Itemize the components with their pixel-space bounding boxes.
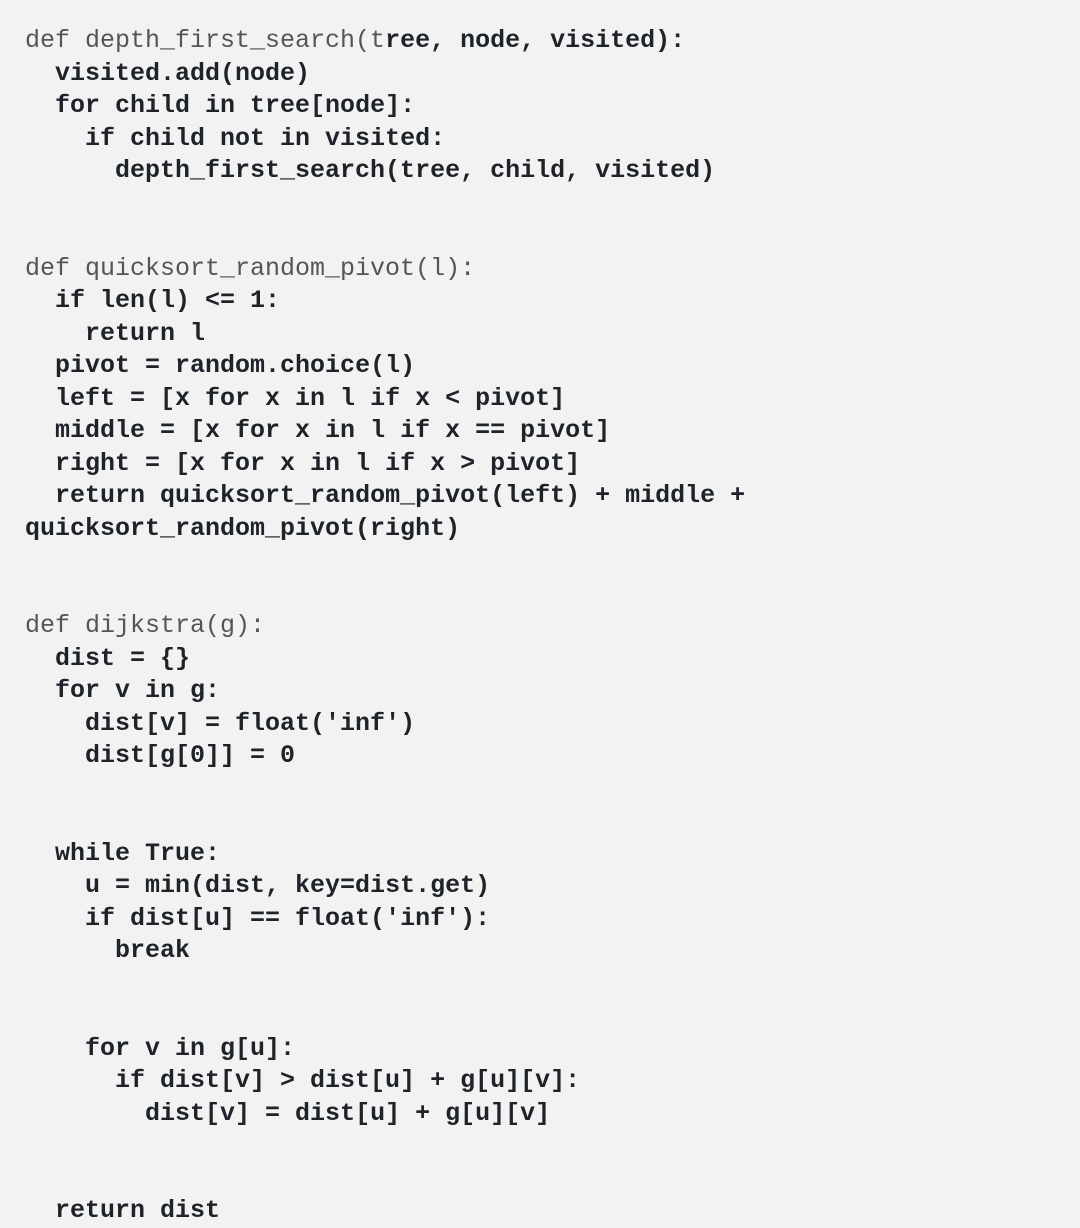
code-line: if dist[u] == float('inf'):: [25, 903, 1055, 936]
code-segment: for v in g[u]:: [85, 1034, 295, 1063]
code-line: dist = {}: [25, 643, 1055, 676]
code-line: middle = [x for x in l if x == pivot]: [25, 415, 1055, 448]
code-line: [25, 545, 1055, 578]
code-segment: u = min(dist, key=dist.get): [85, 871, 490, 900]
code-line: dist[v] = dist[u] + g[u][v]: [25, 1098, 1055, 1131]
code-line: for v in g:: [25, 675, 1055, 708]
code-segment: if dist[v] > dist[u] + g[u][v]:: [115, 1066, 580, 1095]
code-segment: [25, 286, 55, 315]
code-line: dist[g[0]] = 0: [25, 740, 1055, 773]
code-line: return l: [25, 318, 1055, 351]
code-segment: dist[v] = dist[u] + g[u][v]: [145, 1099, 550, 1128]
code-line: [25, 773, 1055, 806]
code-line: visited.add(node): [25, 58, 1055, 91]
code-segment: break: [115, 936, 190, 965]
code-segment: [25, 904, 85, 933]
code-line: u = min(dist, key=dist.get): [25, 870, 1055, 903]
code-segment: [25, 1099, 145, 1128]
code-segment: depth_first_search(tree, child, visited): [115, 156, 715, 185]
code-line: for child in tree[node]:: [25, 90, 1055, 123]
code-segment: return l: [85, 319, 205, 348]
code-segment: dist = {}: [55, 644, 190, 673]
code-line: [25, 805, 1055, 838]
code-line: break: [25, 935, 1055, 968]
code-segment: while True:: [55, 839, 220, 868]
code-segment: right = [x for x in l if x > pivot]: [55, 449, 580, 478]
code-line: return quicksort_random_pivot(left) + mi…: [25, 480, 1055, 545]
code-line: pivot = random.choice(l): [25, 350, 1055, 383]
code-segment: if len(l) <= 1:: [55, 286, 280, 315]
code-line: [25, 1130, 1055, 1163]
code-segment: [25, 416, 55, 445]
code-line: if child not in visited:: [25, 123, 1055, 156]
code-line: if len(l) <= 1:: [25, 285, 1055, 318]
code-segment: [25, 936, 115, 965]
code-line: if dist[v] > dist[u] + g[u][v]:: [25, 1065, 1055, 1098]
code-line: [25, 1163, 1055, 1196]
code-segment: [25, 1034, 85, 1063]
code-line: [25, 578, 1055, 611]
code-line: for v in g[u]:: [25, 1033, 1055, 1066]
code-line: [25, 1000, 1055, 1033]
code-segment: ree, node, visited):: [385, 26, 685, 55]
code-segment: def dijkstra(g):: [25, 611, 265, 640]
code-segment: [25, 676, 55, 705]
code-line: left = [x for x in l if x < pivot]: [25, 383, 1055, 416]
code-line: depth_first_search(tree, child, visited): [25, 155, 1055, 188]
code-line: dist[v] = float('inf'): [25, 708, 1055, 741]
code-segment: [25, 351, 55, 380]
code-line: [25, 188, 1055, 221]
code-segment: [25, 449, 55, 478]
code-segment: [25, 871, 85, 900]
code-segment: for child in tree[node]:: [55, 91, 415, 120]
code-segment: middle = [x for x in l if x == pivot]: [55, 416, 610, 445]
code-segment: def quicksort_random_pivot(l):: [25, 254, 475, 283]
code-segment: [25, 741, 85, 770]
code-line: def quicksort_random_pivot(l):: [25, 253, 1055, 286]
code-segment: return quicksort_random_pivot(left) + mi…: [25, 481, 760, 543]
code-line: [25, 220, 1055, 253]
code-segment: [25, 1066, 115, 1095]
code-segment: def depth_first_search(t: [25, 26, 385, 55]
code-segment: pivot = random.choice(l): [55, 351, 415, 380]
code-segment: [25, 709, 85, 738]
code-segment: [25, 156, 115, 185]
code-segment: dist[v] = float('inf'): [85, 709, 415, 738]
code-segment: for v in g:: [55, 676, 220, 705]
code-segment: [25, 59, 55, 88]
code-segment: [25, 481, 55, 510]
code-segment: [25, 319, 85, 348]
code-segment: visited.add(node): [55, 59, 310, 88]
code-segment: [25, 1196, 55, 1225]
code-line: right = [x for x in l if x > pivot]: [25, 448, 1055, 481]
code-line: while True:: [25, 838, 1055, 871]
code-segment: if dist[u] == float('inf'):: [85, 904, 490, 933]
code-segment: left = [x for x in l if x < pivot]: [55, 384, 565, 413]
code-segment: [25, 839, 55, 868]
code-segment: if child not in visited:: [85, 124, 445, 153]
code-segment: [25, 644, 55, 673]
code-segment: return dist: [55, 1196, 220, 1225]
code-segment: dist[g[0]] = 0: [85, 741, 295, 770]
code-segment: [25, 91, 55, 120]
code-segment: [25, 384, 55, 413]
code-line: [25, 968, 1055, 1001]
code-block: def depth_first_search(tree, node, visit…: [25, 25, 1055, 1228]
code-line: def dijkstra(g):: [25, 610, 1055, 643]
code-segment: [25, 124, 85, 153]
code-line: def depth_first_search(tree, node, visit…: [25, 25, 1055, 58]
code-line: return dist: [25, 1195, 1055, 1228]
